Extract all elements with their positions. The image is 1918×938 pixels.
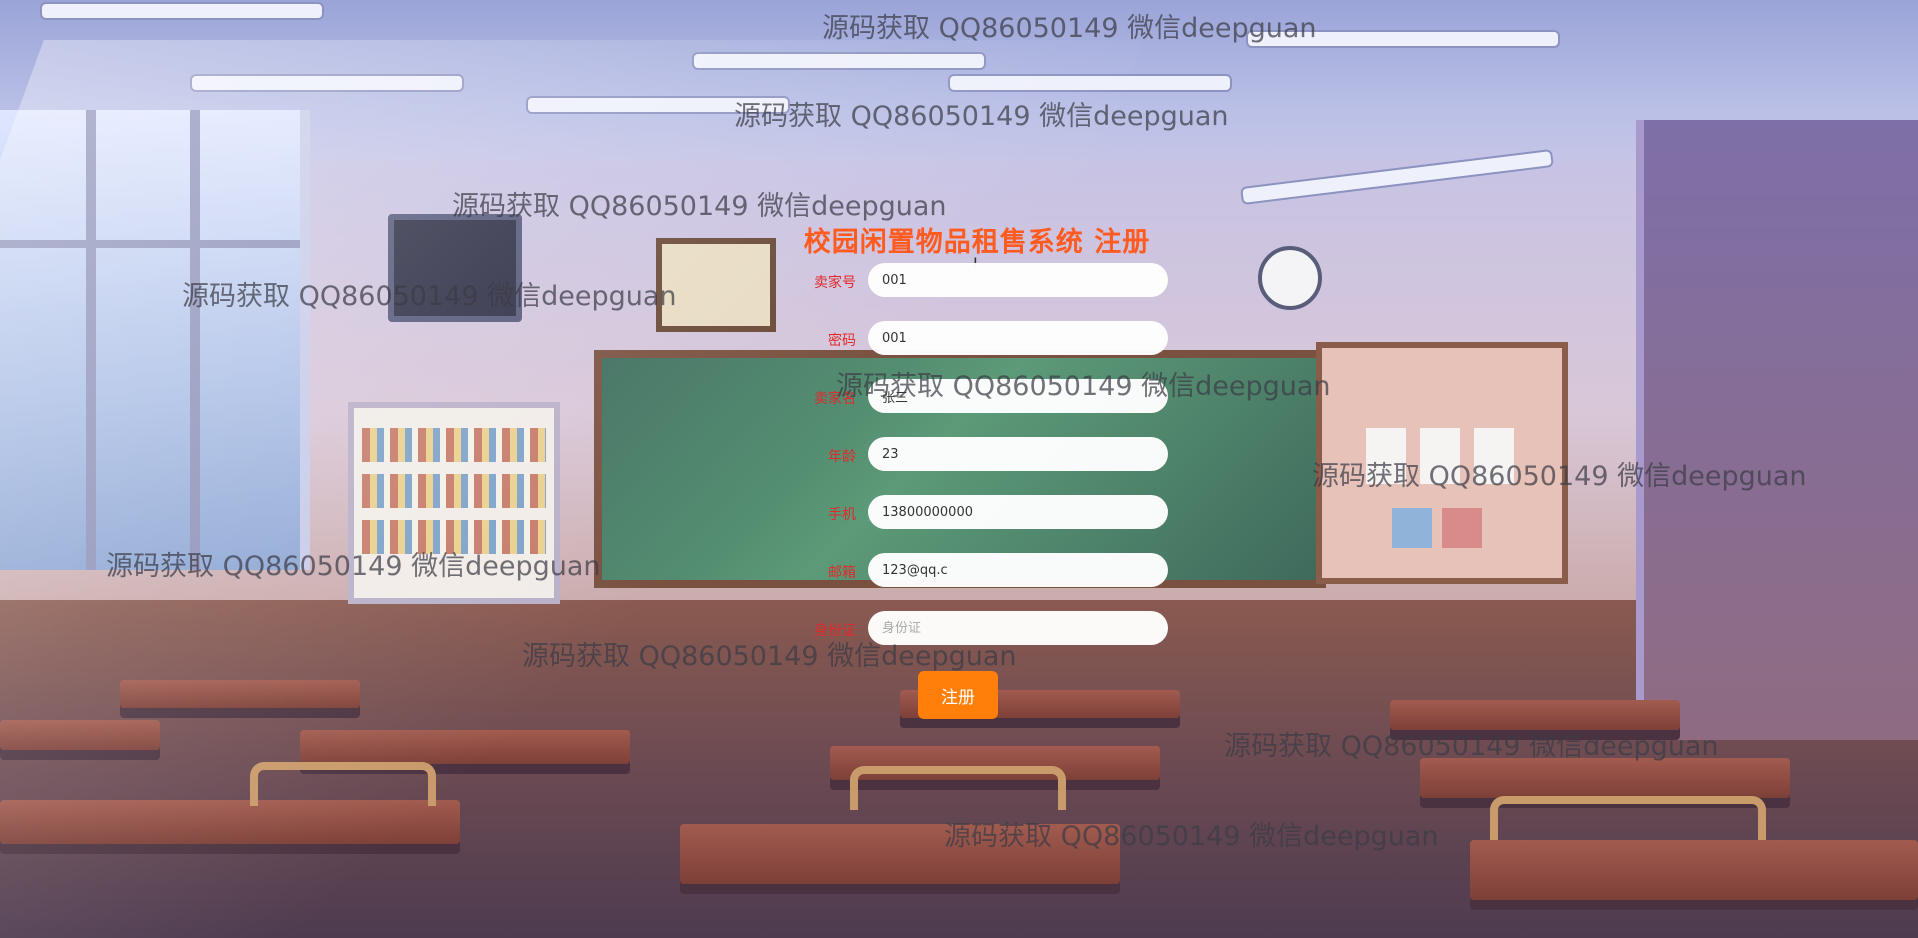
- register-button[interactable]: 注册: [918, 671, 998, 719]
- password-label: 密码: [828, 333, 856, 349]
- chair: [1490, 796, 1766, 840]
- phone-input[interactable]: [868, 495, 1168, 529]
- notice-board: [1316, 342, 1568, 584]
- ceiling-light: [40, 2, 324, 20]
- password-input[interactable]: [868, 321, 1168, 355]
- age-input[interactable]: [868, 437, 1168, 471]
- seller-id-input[interactable]: [868, 263, 1168, 297]
- page-title: 校园闲置物品租售系统 注册: [803, 227, 1151, 258]
- seller-name-input[interactable]: [868, 379, 1168, 413]
- email-input[interactable]: [868, 553, 1168, 587]
- student-desk: [1390, 700, 1680, 730]
- email-label: 邮箱: [828, 565, 856, 581]
- seller-name-label: 卖家名: [814, 391, 856, 407]
- seller-id-label: 卖家号: [814, 275, 856, 291]
- student-desk: [1470, 840, 1918, 900]
- id-card-input[interactable]: [868, 611, 1168, 645]
- phone-label: 手机: [828, 507, 856, 523]
- age-label: 年龄: [828, 449, 856, 465]
- chair: [850, 766, 1066, 810]
- student-desk: [1420, 758, 1790, 798]
- id-card-label: 身份证: [814, 623, 856, 639]
- classroom-door: [1636, 120, 1918, 740]
- ceiling-light: [1246, 30, 1560, 48]
